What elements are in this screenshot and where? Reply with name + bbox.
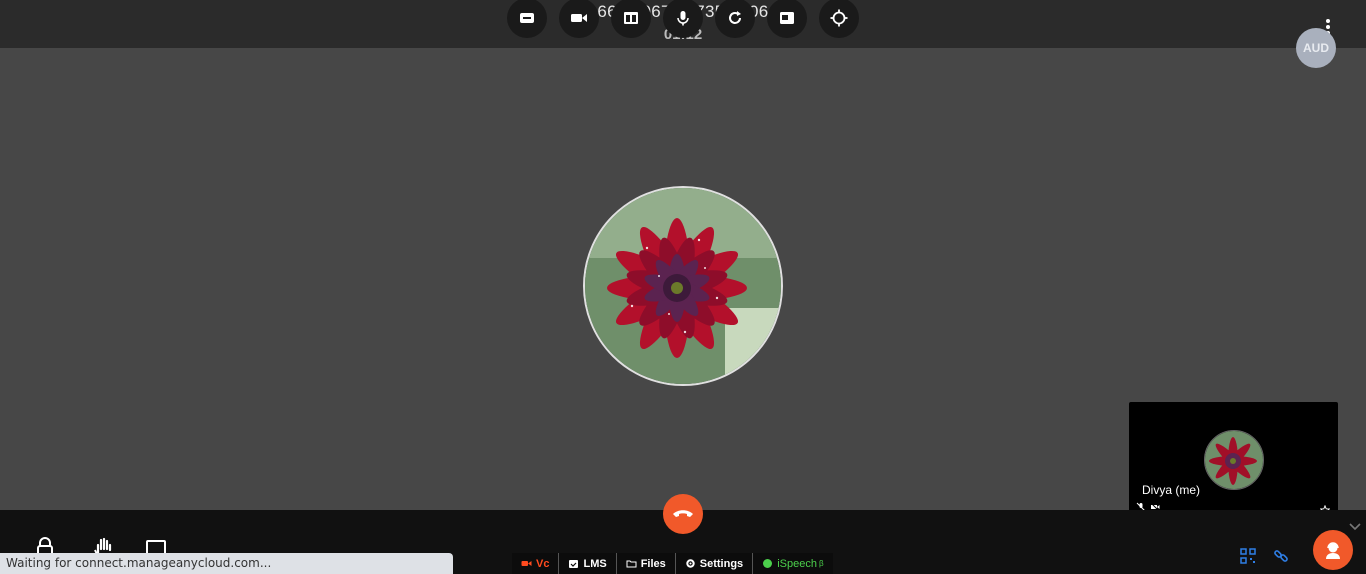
participant-avatar [583,186,783,386]
microphone-icon [677,11,689,26]
whiteboard-icon [520,13,534,23]
link-icon[interactable] [1273,548,1289,564]
tab-ispeech-label: iSpeech [777,557,817,570]
audience-badge[interactable]: AUD [1296,28,1336,68]
video-icon [571,14,587,22]
end-call-button[interactable] [663,494,703,534]
tab-ispeech[interactable]: iSpeech β [753,553,832,574]
target-icon [830,9,848,27]
tab-settings[interactable]: Settings [676,553,754,574]
phone-hangup-icon [673,510,693,517]
chevron-down-icon[interactable] [1348,521,1362,533]
tab-vc-label: Vc [536,557,550,570]
tab-settings-label: Settings [699,557,744,570]
self-video-tile[interactable]: Divya (me) [1129,402,1338,518]
self-avatar [1204,430,1264,490]
tab-files[interactable]: Files [617,553,676,574]
tab-vc[interactable]: Vc [512,553,560,574]
flower-avatar-image [585,188,781,384]
support-button[interactable] [1313,530,1353,570]
browser-status-bar: Waiting for connect.manageanycloud.com..… [0,553,453,574]
folder-icon [626,560,637,568]
screen-share-icon [780,12,794,24]
calendar-check-icon [569,560,579,568]
video-icon [521,561,532,566]
tab-lms-label: LMS [583,557,607,570]
self-name-label: Divya (me) [1142,483,1201,497]
flower-avatar-image [1205,431,1263,489]
refresh-icon [729,11,741,24]
support-agent-icon [1326,542,1340,559]
bottom-tabs: Vc LMS Files Settings iSpeech β [512,553,833,574]
gear-icon [686,559,695,568]
qr-code-icon[interactable] [1240,548,1256,564]
beta-superscript: β [818,559,824,568]
green-dot-icon [763,559,773,568]
layout-icon [624,12,638,24]
tab-files-label: Files [640,557,666,570]
tab-lms[interactable]: LMS [559,553,617,574]
